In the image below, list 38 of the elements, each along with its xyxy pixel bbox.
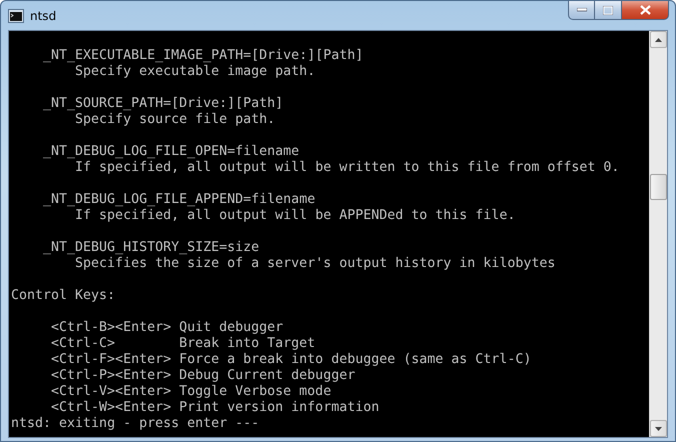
key-shortcut: <Ctrl-B><Enter> xyxy=(51,320,172,336)
key-shortcut: <Ctrl-P><Enter> xyxy=(51,368,172,384)
key-description: Debug Current debugger xyxy=(179,368,356,383)
scroll-up-button[interactable] xyxy=(650,31,667,48)
key-shortcut: <Ctrl-W><Enter> xyxy=(51,400,172,416)
variable-description: If specified, all output will be APPENDed to this file. xyxy=(75,208,516,223)
key-description: Print version information xyxy=(179,400,380,415)
key-shortcut: <Ctrl-F><Enter> xyxy=(51,352,172,368)
window-title: ntsd xyxy=(30,8,56,22)
console-prompt: ntsd: exiting - press enter --- xyxy=(11,416,260,431)
key-shortcut: <Ctrl-C> xyxy=(51,336,116,352)
section-heading: Control Keys: xyxy=(11,288,116,303)
close-button[interactable] xyxy=(622,1,669,20)
minimize-icon xyxy=(576,8,586,12)
key-description: Break into Target xyxy=(179,336,316,351)
up-arrow-icon xyxy=(655,38,662,42)
environment-variable: _NT_DEBUG_LOG_FILE_OPEN=filename xyxy=(43,144,300,159)
minimize-button[interactable] xyxy=(568,1,595,20)
variable-description: Specifies the size of a server's output history in kilobytes xyxy=(75,256,556,271)
environment-variable: _NT_DEBUG_HISTORY_SIZE=size xyxy=(43,240,260,255)
environment-variable: _NT_DEBUG_LOG_FILE_APPEND=filename xyxy=(43,192,316,207)
environment-variable: _NT_EXECUTABLE_IMAGE_PATH=[Drive:][Path] xyxy=(43,48,364,63)
console-icon xyxy=(8,8,24,22)
down-arrow-icon xyxy=(655,426,662,430)
variable-description: If specified, all output will be written to this file from offset 0. xyxy=(75,160,620,175)
key-description: Toggle Verbose mode xyxy=(179,384,332,399)
maximize-button[interactable] xyxy=(595,1,622,20)
close-icon xyxy=(640,5,650,15)
key-description: Quit debugger xyxy=(179,320,284,335)
variable-description: Specify source file path. xyxy=(75,112,276,127)
scroll-down-button[interactable] xyxy=(650,420,667,437)
environment-variable: _NT_SOURCE_PATH=[Drive:][Path] xyxy=(43,96,284,111)
maximize-icon xyxy=(603,6,613,14)
key-shortcut: <Ctrl-V><Enter> xyxy=(51,384,172,400)
key-description: Force a break into debuggee (same as Ctrl-C) xyxy=(179,352,532,367)
scroll-thumb[interactable] xyxy=(650,174,667,200)
variable-description: Specify executable image path. xyxy=(75,64,316,79)
scrollbar[interactable] xyxy=(649,31,667,437)
